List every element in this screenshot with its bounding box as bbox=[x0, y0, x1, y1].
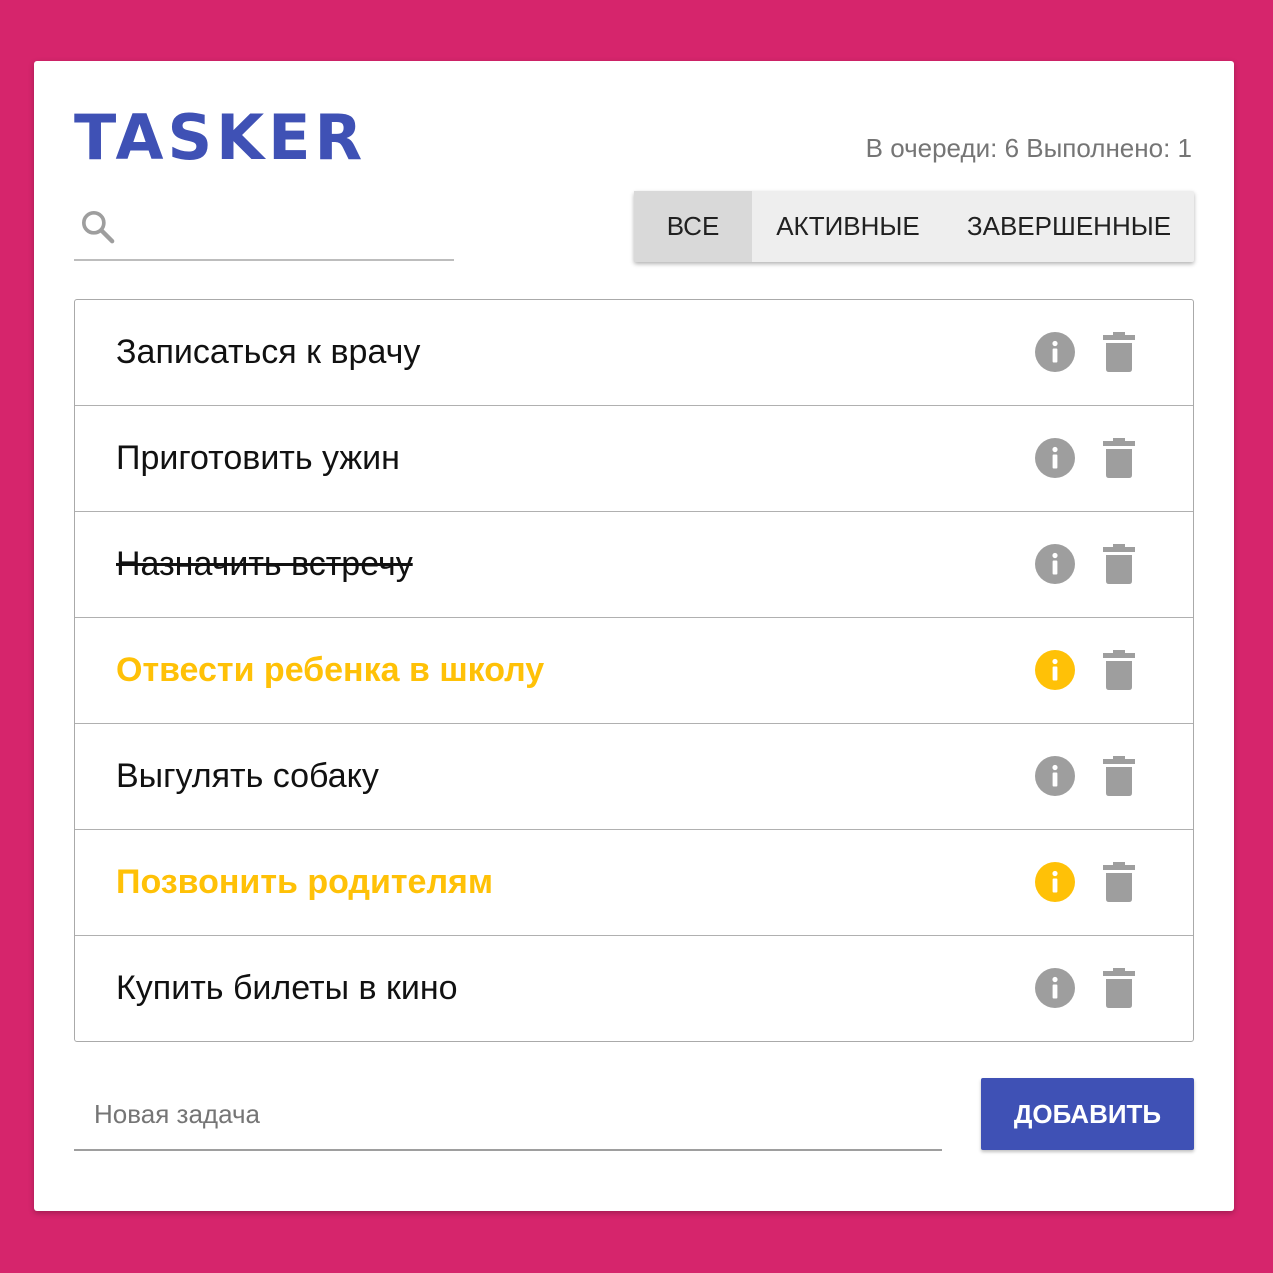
task-label[interactable]: Назначить встречу bbox=[116, 512, 413, 616]
search-icon bbox=[82, 211, 115, 244]
task-row[interactable]: Отвести ребенка в школу bbox=[75, 618, 1193, 724]
task-row[interactable]: Записаться к врачу bbox=[75, 300, 1193, 406]
info-icon[interactable] bbox=[1035, 332, 1075, 372]
info-icon[interactable] bbox=[1035, 968, 1075, 1008]
task-label[interactable]: Приготовить ужин bbox=[116, 406, 400, 510]
trash-icon[interactable] bbox=[1103, 756, 1135, 796]
trash-icon[interactable] bbox=[1103, 438, 1135, 478]
info-icon[interactable] bbox=[1035, 650, 1075, 690]
app-logo: TASKER bbox=[74, 101, 367, 174]
search-field bbox=[74, 199, 454, 261]
trash-icon[interactable] bbox=[1103, 862, 1135, 902]
task-row[interactable]: Позвонить родителям bbox=[75, 830, 1193, 936]
task-stats: В очереди: 6 Выполнено: 1 bbox=[865, 133, 1192, 163]
filter-all-button[interactable]: ВСЕ bbox=[634, 191, 752, 262]
info-icon[interactable] bbox=[1035, 544, 1075, 584]
task-list: Записаться к врачу Приготовить ужин Назн… bbox=[74, 299, 1194, 1042]
filter-button-group: ВСЕ АКТИВНЫЕ ЗАВЕРШЕННЫЕ bbox=[634, 191, 1194, 262]
add-task-button[interactable]: ДОБАВИТЬ bbox=[981, 1078, 1194, 1150]
app-card: TASKER В очереди: 6 Выполнено: 1 ВСЕ АКТ… bbox=[34, 61, 1234, 1211]
info-icon[interactable] bbox=[1035, 756, 1075, 796]
new-task-input[interactable] bbox=[94, 1093, 924, 1135]
info-icon[interactable] bbox=[1035, 862, 1075, 902]
search-input[interactable] bbox=[130, 209, 448, 249]
trash-icon[interactable] bbox=[1103, 968, 1135, 1008]
task-label[interactable]: Купить билеты в кино bbox=[116, 936, 458, 1040]
trash-icon[interactable] bbox=[1103, 650, 1135, 690]
filter-active-button[interactable]: АКТИВНЫЕ bbox=[752, 191, 944, 262]
trash-icon[interactable] bbox=[1103, 332, 1135, 372]
task-label[interactable]: Позвонить родителям bbox=[116, 830, 493, 934]
filter-done-button[interactable]: ЗАВЕРШЕННЫЕ bbox=[944, 191, 1194, 262]
task-row[interactable]: Выгулять собаку bbox=[75, 724, 1193, 830]
task-label[interactable]: Записаться к врачу bbox=[116, 300, 420, 404]
task-row[interactable]: Приготовить ужин bbox=[75, 406, 1193, 512]
new-task-field bbox=[74, 1079, 942, 1151]
task-row[interactable]: Купить билеты в кино bbox=[75, 936, 1193, 1041]
task-label[interactable]: Отвести ребенка в школу bbox=[116, 618, 544, 722]
task-row[interactable]: Назначить встречу bbox=[75, 512, 1193, 618]
task-label[interactable]: Выгулять собаку bbox=[116, 724, 379, 828]
trash-icon[interactable] bbox=[1103, 544, 1135, 584]
info-icon[interactable] bbox=[1035, 438, 1075, 478]
